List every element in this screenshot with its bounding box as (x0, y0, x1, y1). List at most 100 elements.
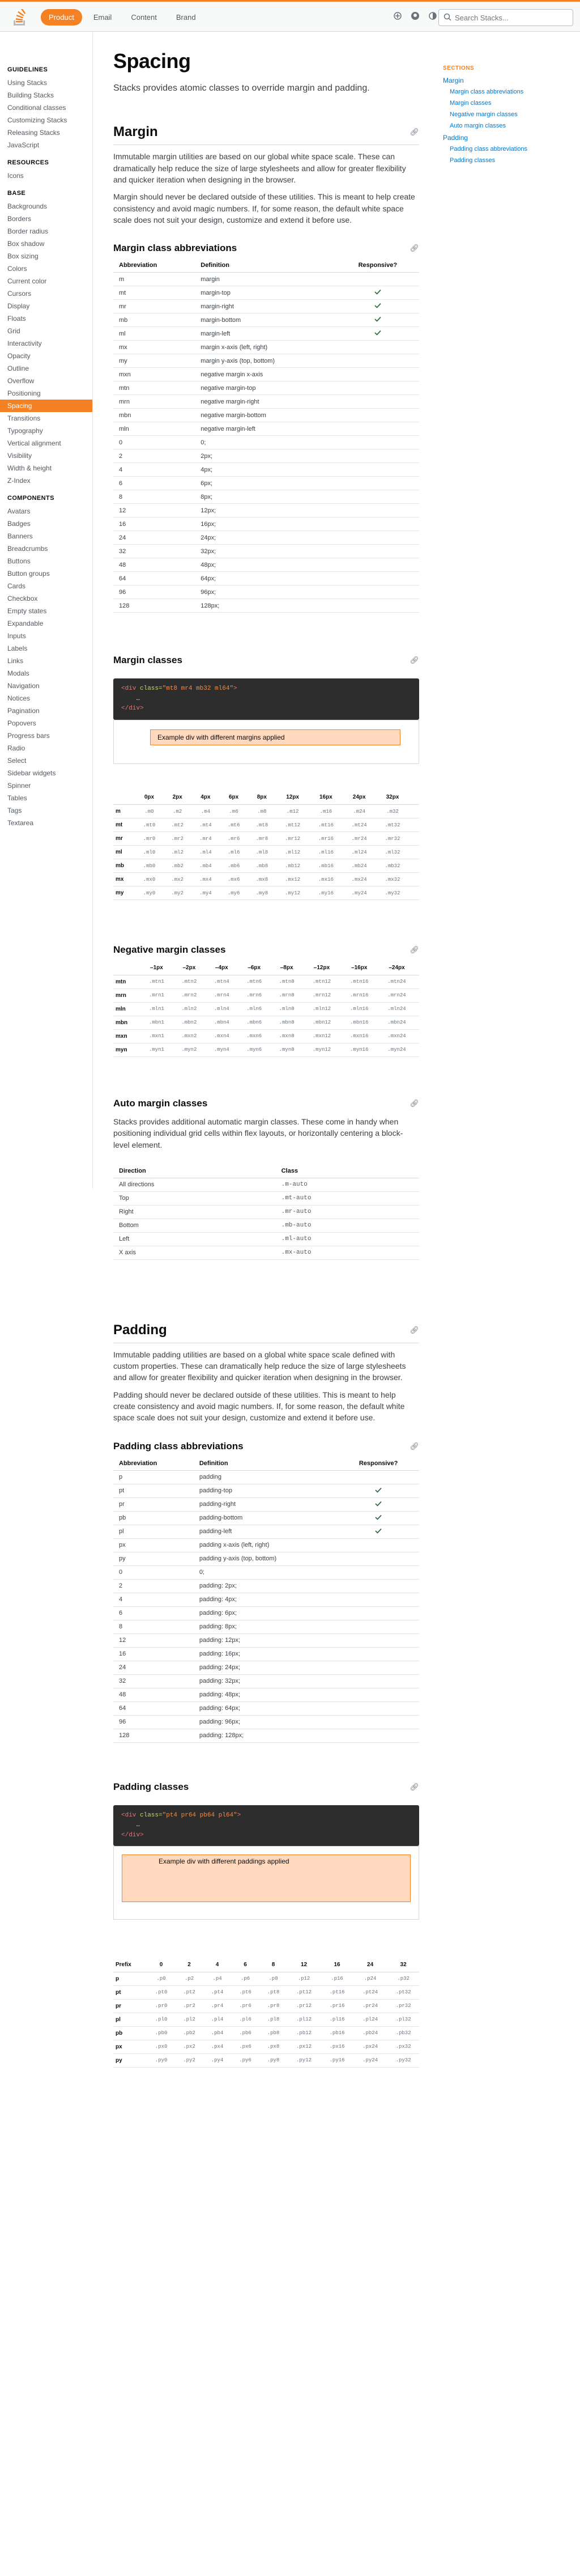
sidebar-item-badges[interactable]: Badges (0, 517, 92, 530)
sidebar-item-breadcrumbs[interactable]: Breadcrumbs (0, 542, 92, 555)
class-cell: .pt12 (287, 1985, 321, 2000)
link-icon[interactable]: 🔗︎ (410, 128, 419, 137)
sidebar-item-cursors[interactable]: Cursors (0, 287, 92, 300)
sidebar-item-transitions[interactable]: Transitions (0, 412, 92, 425)
sidebar-item-borders[interactable]: Borders (0, 213, 92, 225)
sidebar-item-notices[interactable]: Notices (0, 692, 92, 705)
class-cell: .pt24 (353, 1985, 387, 2000)
link-icon[interactable]: 🔗︎ (410, 1099, 419, 1108)
sidebar-item-progress-bars[interactable]: Progress bars (0, 729, 92, 742)
sidebar-item-customizing-stacks[interactable]: Customizing Stacks (0, 114, 92, 126)
sidebar-item-building-stacks[interactable]: Building Stacks (0, 89, 92, 101)
sidebar-item-cards[interactable]: Cards (0, 580, 92, 592)
sidebar-item-display[interactable]: Display (0, 300, 92, 312)
sidebar-item-outline[interactable]: Outline (0, 362, 92, 375)
sidebar-item-banners[interactable]: Banners (0, 530, 92, 542)
sidebar-item-conditional-classes[interactable]: Conditional classes (0, 101, 92, 114)
sidebar-item-opacity[interactable]: Opacity (0, 350, 92, 362)
theme-toggle-icon[interactable] (427, 10, 438, 22)
prefix-cell: pb (113, 2026, 147, 2040)
nav-brand[interactable]: Brand (168, 9, 204, 26)
sidebar-item-navigation[interactable]: Navigation (0, 680, 92, 692)
link-icon[interactable]: 🔗︎ (410, 244, 419, 253)
sidebar-item-vertical-alignment[interactable]: Vertical alignment (0, 437, 92, 449)
nav-product[interactable]: Product (41, 9, 82, 26)
sidebar-item-pagination[interactable]: Pagination (0, 705, 92, 717)
toc-link[interactable]: Padding classes (443, 156, 545, 165)
class-cell: .pb24 (353, 2026, 387, 2040)
nav-email[interactable]: Email (86, 9, 120, 26)
class-cell: .mt0 (135, 818, 164, 833)
toc-link[interactable]: Auto margin classes (443, 122, 545, 130)
sidebar-item-tables[interactable]: Tables (0, 792, 92, 804)
sidebar-item-button-groups[interactable]: Button groups (0, 567, 92, 580)
sidebar-item-modals[interactable]: Modals (0, 667, 92, 680)
sidebar-item-spacing[interactable]: Spacing (0, 400, 92, 412)
link-icon[interactable]: 🔗︎ (410, 945, 419, 954)
sidebar-item-box-sizing[interactable]: Box sizing (0, 250, 92, 262)
responsive-cell (336, 435, 419, 450)
sidebar-item-typography[interactable]: Typography (0, 425, 92, 437)
padding-grid-scroll[interactable]: Prefix024681216243248p.p0.p2.p4.p6.p8.p1… (113, 1957, 419, 2068)
sidebar-item-backgrounds[interactable]: Backgrounds (0, 200, 92, 213)
toc-link[interactable]: Padding (443, 133, 545, 142)
github-icon[interactable] (410, 10, 421, 22)
nav-content[interactable]: Content (123, 9, 165, 26)
search-input[interactable] (455, 13, 562, 22)
sidebar-item-textarea[interactable]: Textarea (0, 817, 92, 829)
link-icon[interactable]: 🔗︎ (410, 1442, 419, 1451)
definition-cell: margin (195, 272, 336, 287)
class-cell: .py2 (175, 2053, 203, 2068)
class-cell: .mxn4 (205, 1029, 238, 1043)
sidebar-item-icons[interactable]: Icons (0, 169, 92, 182)
sidebar-item-links[interactable]: Links (0, 655, 92, 667)
sidebar-item-z-index[interactable]: Z-Index (0, 474, 92, 487)
sidebar-item-javascript[interactable]: JavaScript (0, 139, 92, 151)
toc-link[interactable]: Padding class abbreviations (443, 145, 545, 154)
class-cell: .pl24 (353, 2013, 387, 2027)
sidebar-item-interactivity[interactable]: Interactivity (0, 337, 92, 350)
class-cell: .pr24 (353, 1999, 387, 2013)
link-icon[interactable]: 🔗︎ (410, 656, 419, 665)
sidebar-item-positioning[interactable]: Positioning (0, 387, 92, 400)
sidebar-item-buttons[interactable]: Buttons (0, 555, 92, 567)
sidebar-item-grid[interactable]: Grid (0, 325, 92, 337)
stack-logo-icon[interactable] (12, 9, 27, 26)
figma-icon[interactable] (392, 10, 403, 22)
sidebar-item-tags[interactable]: Tags (0, 804, 92, 817)
class-cell: .mt6 (219, 818, 248, 833)
sidebar-item-current-color[interactable]: Current color (0, 275, 92, 287)
toc-link[interactable]: Margin class abbreviations (443, 88, 545, 96)
negative-grid-scroll[interactable]: –1px–2px–4px–6px–8px–12px–16px–24px–32px… (113, 960, 419, 1057)
toc-link[interactable]: Margin (443, 76, 545, 85)
sidebar-item-using-stacks[interactable]: Using Stacks (0, 77, 92, 89)
sidebar-item-box-shadow[interactable]: Box shadow (0, 237, 92, 250)
sidebar-item-inputs[interactable]: Inputs (0, 630, 92, 642)
link-icon[interactable]: 🔗︎ (410, 1326, 419, 1335)
sidebar-item-width-height[interactable]: Width & height (0, 462, 92, 474)
sidebar-item-popovers[interactable]: Popovers (0, 717, 92, 729)
search-box[interactable] (438, 9, 573, 26)
sidebar-item-releasing-stacks[interactable]: Releasing Stacks (0, 126, 92, 139)
table-row: m margin (113, 272, 419, 287)
margin-grid-scroll[interactable]: 0px2px4px6px8px12px16px24px32px48px64pxm… (113, 790, 419, 901)
sidebar-item-colors[interactable]: Colors (0, 262, 92, 275)
sidebar-item-avatars[interactable]: Avatars (0, 505, 92, 517)
abbr-cell: 128 (113, 599, 195, 613)
table-row: mr .mr0 .mr2 .mr4 .mr6 .mr8 .mr12 .mr16 .mr24 .mr… (113, 831, 419, 846)
sidebar-item-overflow[interactable]: Overflow (0, 375, 92, 387)
sidebar-item-sidebar-widgets[interactable]: Sidebar widgets (0, 767, 92, 779)
sidebar-item-empty-states[interactable]: Empty states (0, 605, 92, 617)
sidebar-item-select[interactable]: Select (0, 754, 92, 767)
sidebar-item-checkbox[interactable]: Checkbox (0, 592, 92, 605)
sidebar-item-border-radius[interactable]: Border radius (0, 225, 92, 237)
toc-link[interactable]: Negative margin classes (443, 111, 545, 119)
toc-link[interactable]: Margin classes (443, 99, 545, 108)
link-icon[interactable]: 🔗︎ (410, 1783, 419, 1792)
sidebar-item-expandable[interactable]: Expandable (0, 617, 92, 630)
sidebar-item-labels[interactable]: Labels (0, 642, 92, 655)
sidebar-item-spinner[interactable]: Spinner (0, 779, 92, 792)
sidebar-item-radio[interactable]: Radio (0, 742, 92, 754)
sidebar-item-visibility[interactable]: Visibility (0, 449, 92, 462)
sidebar-item-floats[interactable]: Floats (0, 312, 92, 325)
